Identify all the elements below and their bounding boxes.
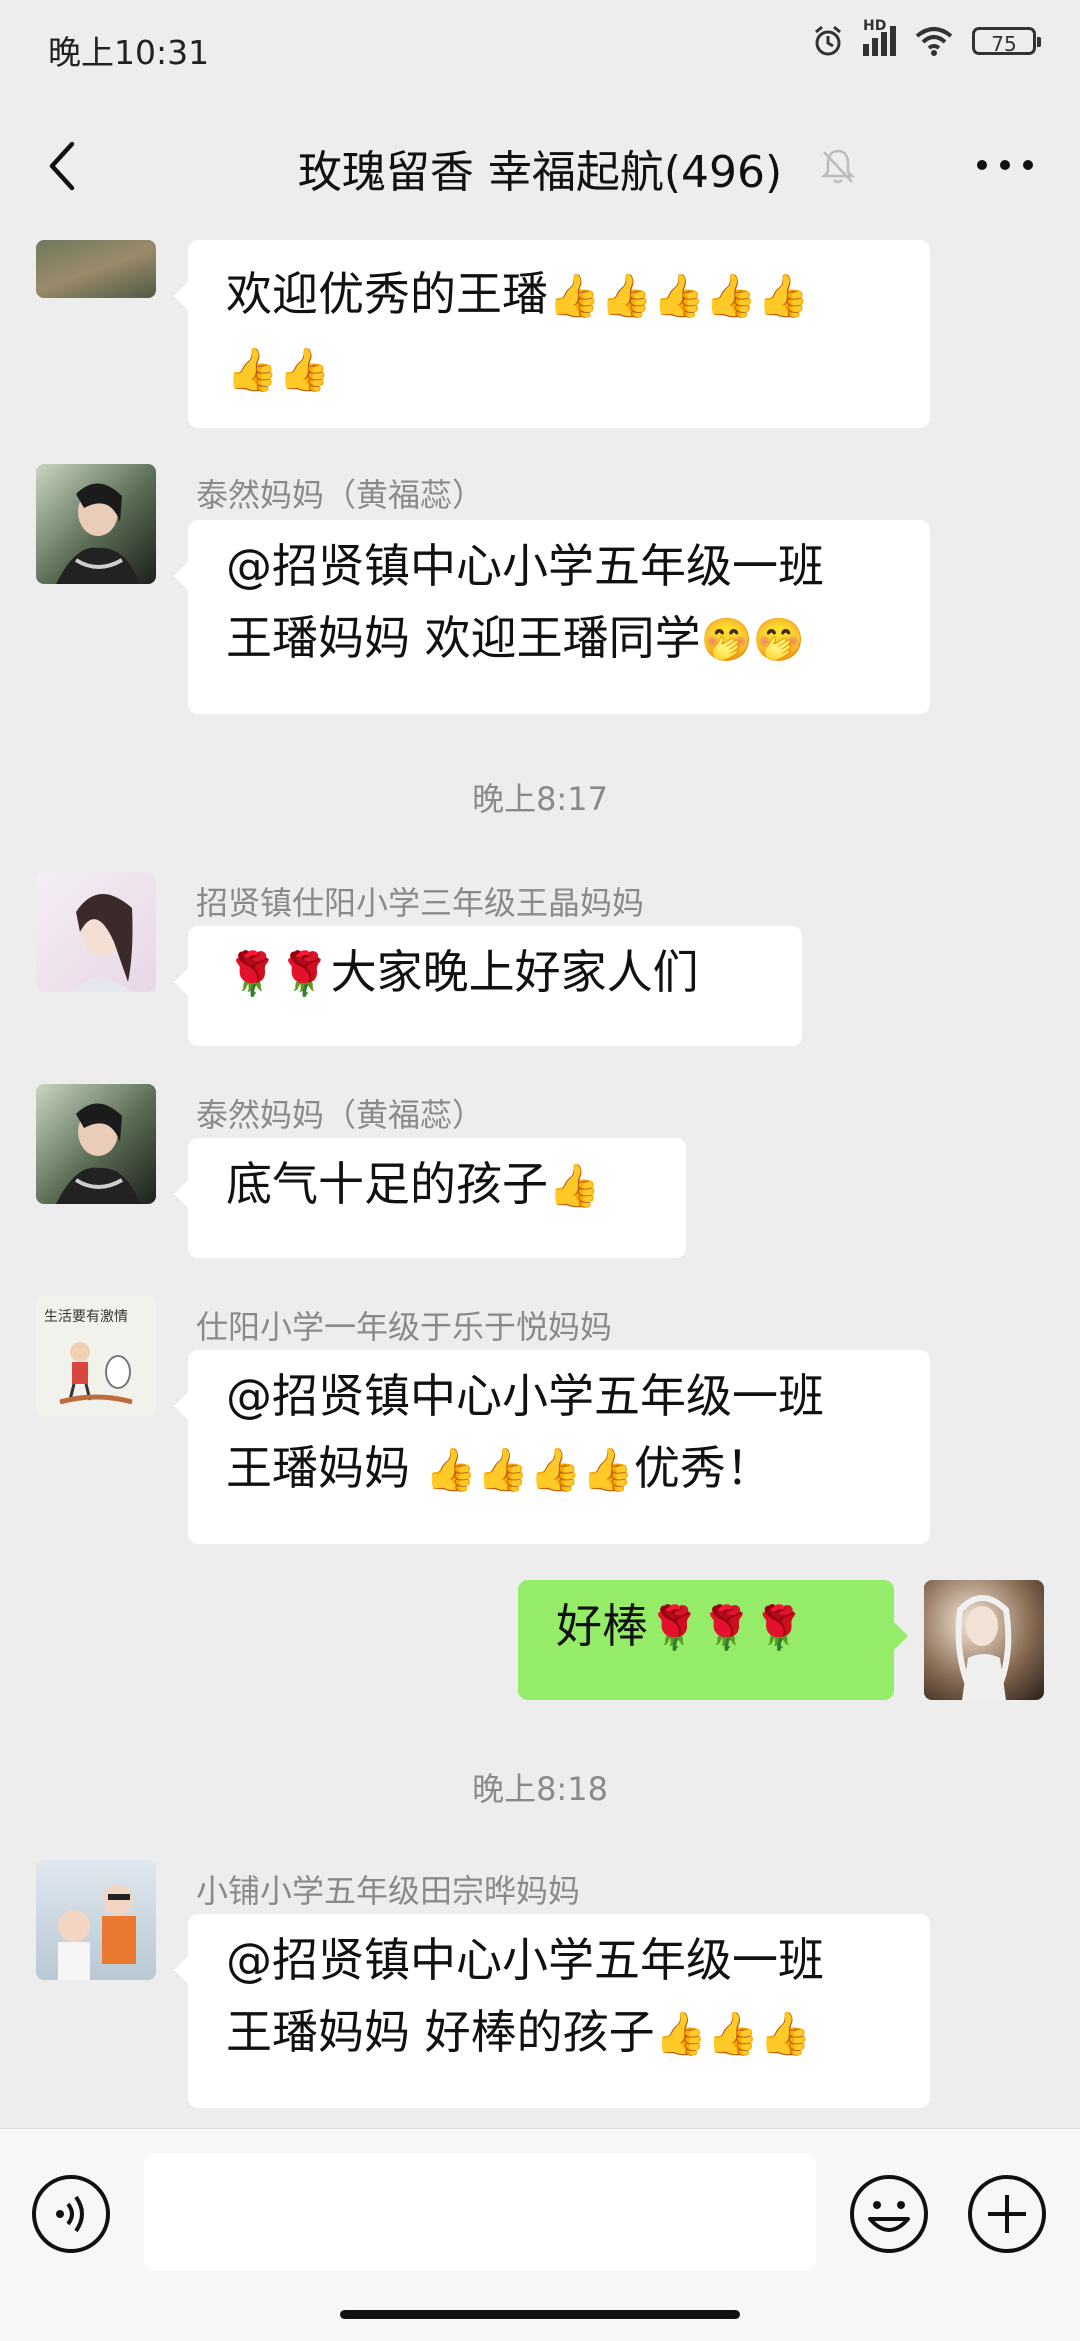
avatar-photo-icon	[58, 1885, 136, 1980]
sender-name: 泰然妈妈（黄福蕊）	[196, 1096, 485, 1134]
thumbs-up-emoji: 👍👍	[226, 345, 331, 394]
home-indicator[interactable]	[340, 2310, 740, 2319]
avatar[interactable]	[36, 240, 156, 298]
avatar[interactable]	[36, 872, 156, 992]
avatar[interactable]: 生活要有激情	[36, 1296, 156, 1416]
message-text: 优秀！	[633, 1441, 772, 1495]
message-text: 大家晚上好家人们	[330, 945, 699, 999]
avatar-portrait-icon	[56, 483, 140, 584]
message-bubble[interactable]: 🌹🌹大家晚上好家人们	[174, 926, 802, 1046]
message-bubble[interactable]: @招贤镇中心小学五年级一班 王璠妈妈 好棒的孩子👍👍👍	[174, 1914, 930, 2108]
thumbs-up-emoji: 👍👍👍👍	[424, 1445, 634, 1494]
message-text: @招贤镇中心小学五年级一班	[226, 539, 824, 593]
timestamp: 晚上8:18	[472, 1770, 608, 1808]
rose-emoji: 🌹🌹	[226, 949, 331, 998]
thumbs-up-emoji: 👍👍👍	[654, 2009, 812, 2058]
message-text: @招贤镇中心小学五年级一班	[226, 1369, 824, 1423]
message-text: 欢迎优秀的王璠	[226, 267, 548, 321]
thumbs-up-emoji: 👍	[548, 1161, 601, 1210]
message-text: 王璠妈妈 好棒的孩子	[226, 2005, 655, 2059]
my-avatar[interactable]	[924, 1580, 1044, 1700]
message-bubble[interactable]: 欢迎优秀的王璠👍👍👍👍👍 👍👍	[174, 240, 930, 428]
avatar[interactable]	[36, 464, 156, 584]
message-text: 王璠妈妈 欢迎王璠同学	[226, 611, 701, 665]
message-text: 好棒	[556, 1599, 648, 1653]
avatar-portrait-icon	[955, 1595, 1012, 1700]
message-bubble[interactable]: @招贤镇中心小学五年级一班 王璠妈妈 👍👍👍👍优秀！	[174, 1350, 930, 1544]
rose-emoji: 🌹🌹🌹	[648, 1603, 805, 1652]
avatar-portrait-icon	[70, 893, 133, 992]
thumbs-up-emoji: 👍👍👍👍👍	[548, 271, 810, 320]
sender-name: 招贤镇仕阳小学三年级王晶妈妈	[196, 884, 645, 922]
timestamp: 晚上8:17	[472, 780, 608, 818]
message-text: 底气十足的孩子	[226, 1157, 548, 1211]
message-bubble[interactable]: 底气十足的孩子👍	[174, 1138, 686, 1258]
voice-input-button[interactable]	[30, 2173, 112, 2255]
avatar-portrait-icon	[56, 1103, 140, 1204]
emoji-button[interactable]	[848, 2173, 930, 2255]
message-text: 王璠妈妈	[226, 1441, 425, 1495]
my-message-bubble[interactable]: 好棒🌹🌹🌹	[518, 1580, 908, 1700]
sender-name: 小铺小学五年级田宗晔妈妈	[196, 1872, 581, 1910]
message-input[interactable]	[144, 2153, 816, 2271]
message-bubble[interactable]: @招贤镇中心小学五年级一班 王璠妈妈 欢迎王璠同学🤭🤭	[174, 520, 930, 714]
sender-name: 泰然妈妈（黄福蕊）	[196, 476, 485, 514]
sender-name: 仕阳小学一年级于乐于悦妈妈	[196, 1308, 613, 1346]
more-actions-plus-button[interactable]	[966, 2173, 1048, 2255]
avatar[interactable]	[36, 1860, 156, 1980]
message-list[interactable]: 欢迎优秀的王璠👍👍👍👍👍 👍👍 泰然妈妈（黄福蕊） @招贤镇中心小学五年级一班 …	[0, 0, 1080, 2128]
avatar-caption: 生活要有激情	[44, 1309, 128, 1325]
avatar[interactable]	[36, 1084, 156, 1204]
message-text: @招贤镇中心小学五年级一班	[226, 1933, 824, 1987]
face-with-hand-emoji: 🤭🤭	[700, 615, 806, 664]
